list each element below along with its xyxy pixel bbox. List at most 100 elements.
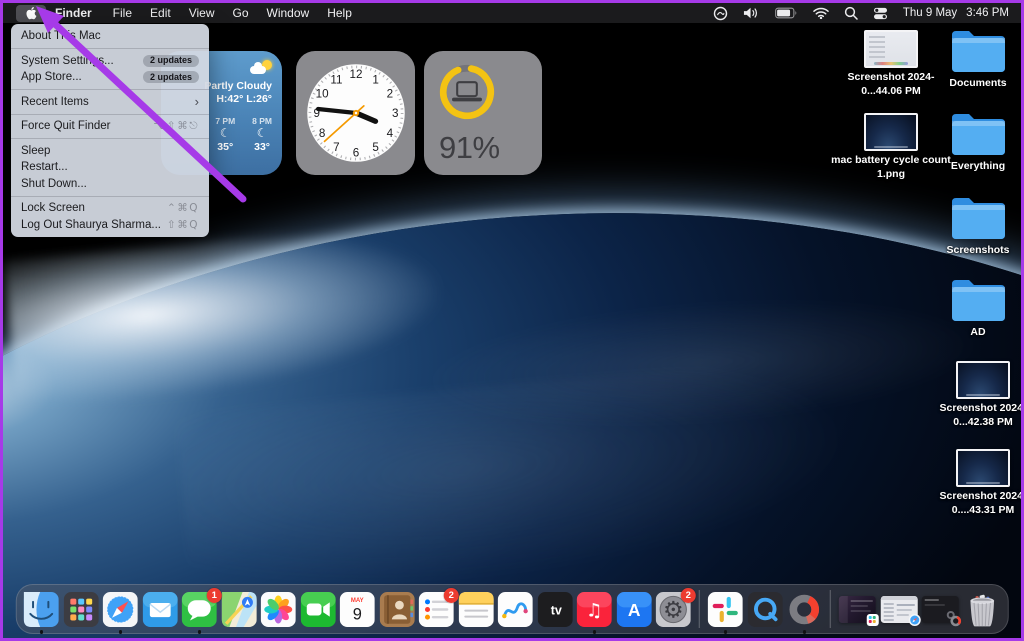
minimized-window-disk[interactable]: [921, 595, 962, 626]
submenu-chevron-icon: ›: [194, 94, 199, 110]
dock-calendar[interactable]: MAY 9: [339, 591, 375, 627]
volume-icon[interactable]: [743, 6, 760, 20]
menu-item-log-out[interactable]: Log Out Shaurya Sharma... ⇧⌘Q: [11, 217, 209, 234]
battery-ring: [439, 64, 495, 120]
dock-freeform[interactable]: [497, 591, 533, 627]
svg-text:6: 6: [352, 146, 358, 159]
notes-icon: [458, 591, 494, 627]
menu-bar: Finder File Edit View Go Window Help Thu…: [3, 3, 1021, 23]
image-file-thumbnail: [864, 113, 918, 151]
dock-finder[interactable]: [23, 591, 59, 634]
moon-icon: ☾: [256, 126, 268, 140]
photos-icon: [260, 591, 296, 627]
desktop-icon-documents-folder[interactable]: Documents: [916, 28, 1021, 91]
apple-menu-button[interactable]: [16, 4, 46, 22]
menu-item-restart[interactable]: Restart...: [11, 159, 209, 176]
control-center-icon[interactable]: [873, 7, 888, 20]
slack-mini-badge: [866, 613, 879, 626]
dock-safari[interactable]: [102, 591, 138, 634]
menu-item-system-settings[interactable]: System Settings... 2 updates: [11, 53, 209, 70]
weather-hour: 7 PM ☾ 35°: [215, 116, 235, 153]
menu-item-label: Log Out Shaurya Sharma...: [21, 218, 161, 231]
analog-clock-widget[interactable]: 12 1 2 345 678 9 10 11: [296, 51, 415, 175]
dock-messages[interactable]: 1: [181, 587, 222, 634]
dock-disk-analyzer[interactable]: [787, 592, 822, 634]
wifi-icon[interactable]: [813, 7, 829, 19]
dock-notes[interactable]: [458, 591, 494, 627]
search-icon[interactable]: [844, 6, 858, 20]
running-indicator: [118, 630, 122, 634]
menubar-clock[interactable]: Thu 9 May 3:46 PM: [903, 7, 1009, 19]
finder-icon: [23, 591, 59, 627]
menubar-menu-edit[interactable]: Edit: [141, 3, 180, 23]
screenshot-file-thumbnail: [956, 361, 1010, 399]
freeform-icon: [497, 591, 533, 627]
partly-cloudy-icon: [250, 60, 272, 74]
menubar-menu-go[interactable]: Go: [224, 3, 258, 23]
desktop-icon-screenshots-folder[interactable]: Screenshots: [916, 195, 1021, 258]
menu-item-app-store[interactable]: App Store... 2 updates: [11, 69, 209, 86]
dock-quicktime[interactable]: [747, 591, 783, 627]
desktop-icon-label: Screenshot 2024-0....43.31 PM: [939, 490, 1024, 516]
notification-badge: 2: [443, 587, 459, 603]
clock-face: 12 12 345 678 91011: [306, 64, 405, 162]
desktop-icon-everything-folder[interactable]: Everything: [916, 111, 1021, 174]
menubar-menu-window[interactable]: Window: [258, 3, 319, 23]
desktop-icon-screenshot-4331[interactable]: Screenshot 2024-0....43.31 PM: [921, 449, 1024, 517]
hour-label: 8 PM: [252, 116, 272, 126]
macos-desktop-screenshot: Finder File Edit View Go Window Help Thu…: [0, 0, 1024, 641]
minimized-window-dark[interactable]: [838, 595, 879, 626]
facetime-icon: [300, 591, 336, 627]
folder-icon: [952, 280, 1005, 321]
dock-mail[interactable]: [142, 591, 178, 627]
menubar-menu-view[interactable]: View: [180, 3, 224, 23]
menu-item-label: Shut Down...: [21, 177, 87, 190]
dock-launchpad[interactable]: [63, 591, 99, 627]
folder-icon: [952, 31, 1005, 72]
dock-maps[interactable]: [221, 591, 257, 627]
dock-slack[interactable]: [707, 591, 743, 634]
dock-music[interactable]: ♫: [576, 591, 612, 634]
weather-hour: 8 PM ☾ 33°: [252, 116, 272, 153]
menu-item-recent-items[interactable]: Recent Items ›: [11, 94, 209, 111]
svg-text:3: 3: [391, 107, 397, 120]
minimized-window-safari[interactable]: [880, 595, 921, 626]
dock-separator: [698, 590, 700, 628]
menu-separator: [11, 113, 209, 115]
menu-item-label: Restart...: [21, 161, 68, 174]
apple-logo-icon: [26, 7, 37, 20]
dock-app-store[interactable]: A: [616, 591, 652, 627]
dock-system-settings[interactable]: ⚙ 2: [655, 587, 696, 627]
menu-item-lock-screen[interactable]: Lock Screen ⌃⌘Q: [11, 200, 209, 217]
maps-icon: [221, 591, 257, 627]
menubar-app-finder[interactable]: Finder: [46, 3, 104, 23]
battery-widget[interactable]: 91%: [424, 51, 542, 175]
dock-contacts[interactable]: [379, 591, 415, 627]
menu-shortcut: ⌃⌘Q: [166, 202, 199, 215]
dock-trash[interactable]: [963, 592, 1000, 627]
menu-item-sleep[interactable]: Sleep: [11, 143, 209, 160]
desktop-icon-screenshot-4238[interactable]: Screenshot 2024-0...42.38 PM: [921, 361, 1021, 429]
folder-icon: [952, 198, 1005, 239]
menu-item-force-quit-finder[interactable]: Force Quit Finder ⌥⇧⌘⎋: [11, 118, 209, 135]
trash-full-icon: [969, 594, 994, 626]
menu-item-about-this-mac[interactable]: About This Mac: [11, 28, 209, 45]
disk-analyzer-donut-icon: [789, 594, 820, 624]
running-indicator: [592, 630, 596, 634]
desktop-icon-ad-folder[interactable]: AD: [916, 277, 1021, 340]
menu-shortcut: ⇧⌘Q: [166, 218, 199, 231]
svg-text:7: 7: [333, 141, 339, 154]
calendar-day: 9: [353, 605, 362, 623]
menubar-menu-file[interactable]: File: [104, 3, 141, 23]
dock-reminders[interactable]: 2: [418, 587, 459, 627]
dock-photos[interactable]: [260, 591, 296, 627]
dock-facetime[interactable]: [300, 591, 336, 627]
menubar-menu-help[interactable]: Help: [318, 3, 361, 23]
hour-temp: 35°: [217, 141, 234, 153]
dock-tv[interactable]: tv: [537, 591, 573, 627]
battery-icon[interactable]: [774, 7, 798, 19]
menu-item-label: App Store...: [21, 71, 82, 84]
launchpad-icon: [63, 591, 99, 627]
menu-item-shut-down[interactable]: Shut Down...: [11, 176, 209, 193]
creative-cloud-icon[interactable]: [713, 6, 728, 21]
